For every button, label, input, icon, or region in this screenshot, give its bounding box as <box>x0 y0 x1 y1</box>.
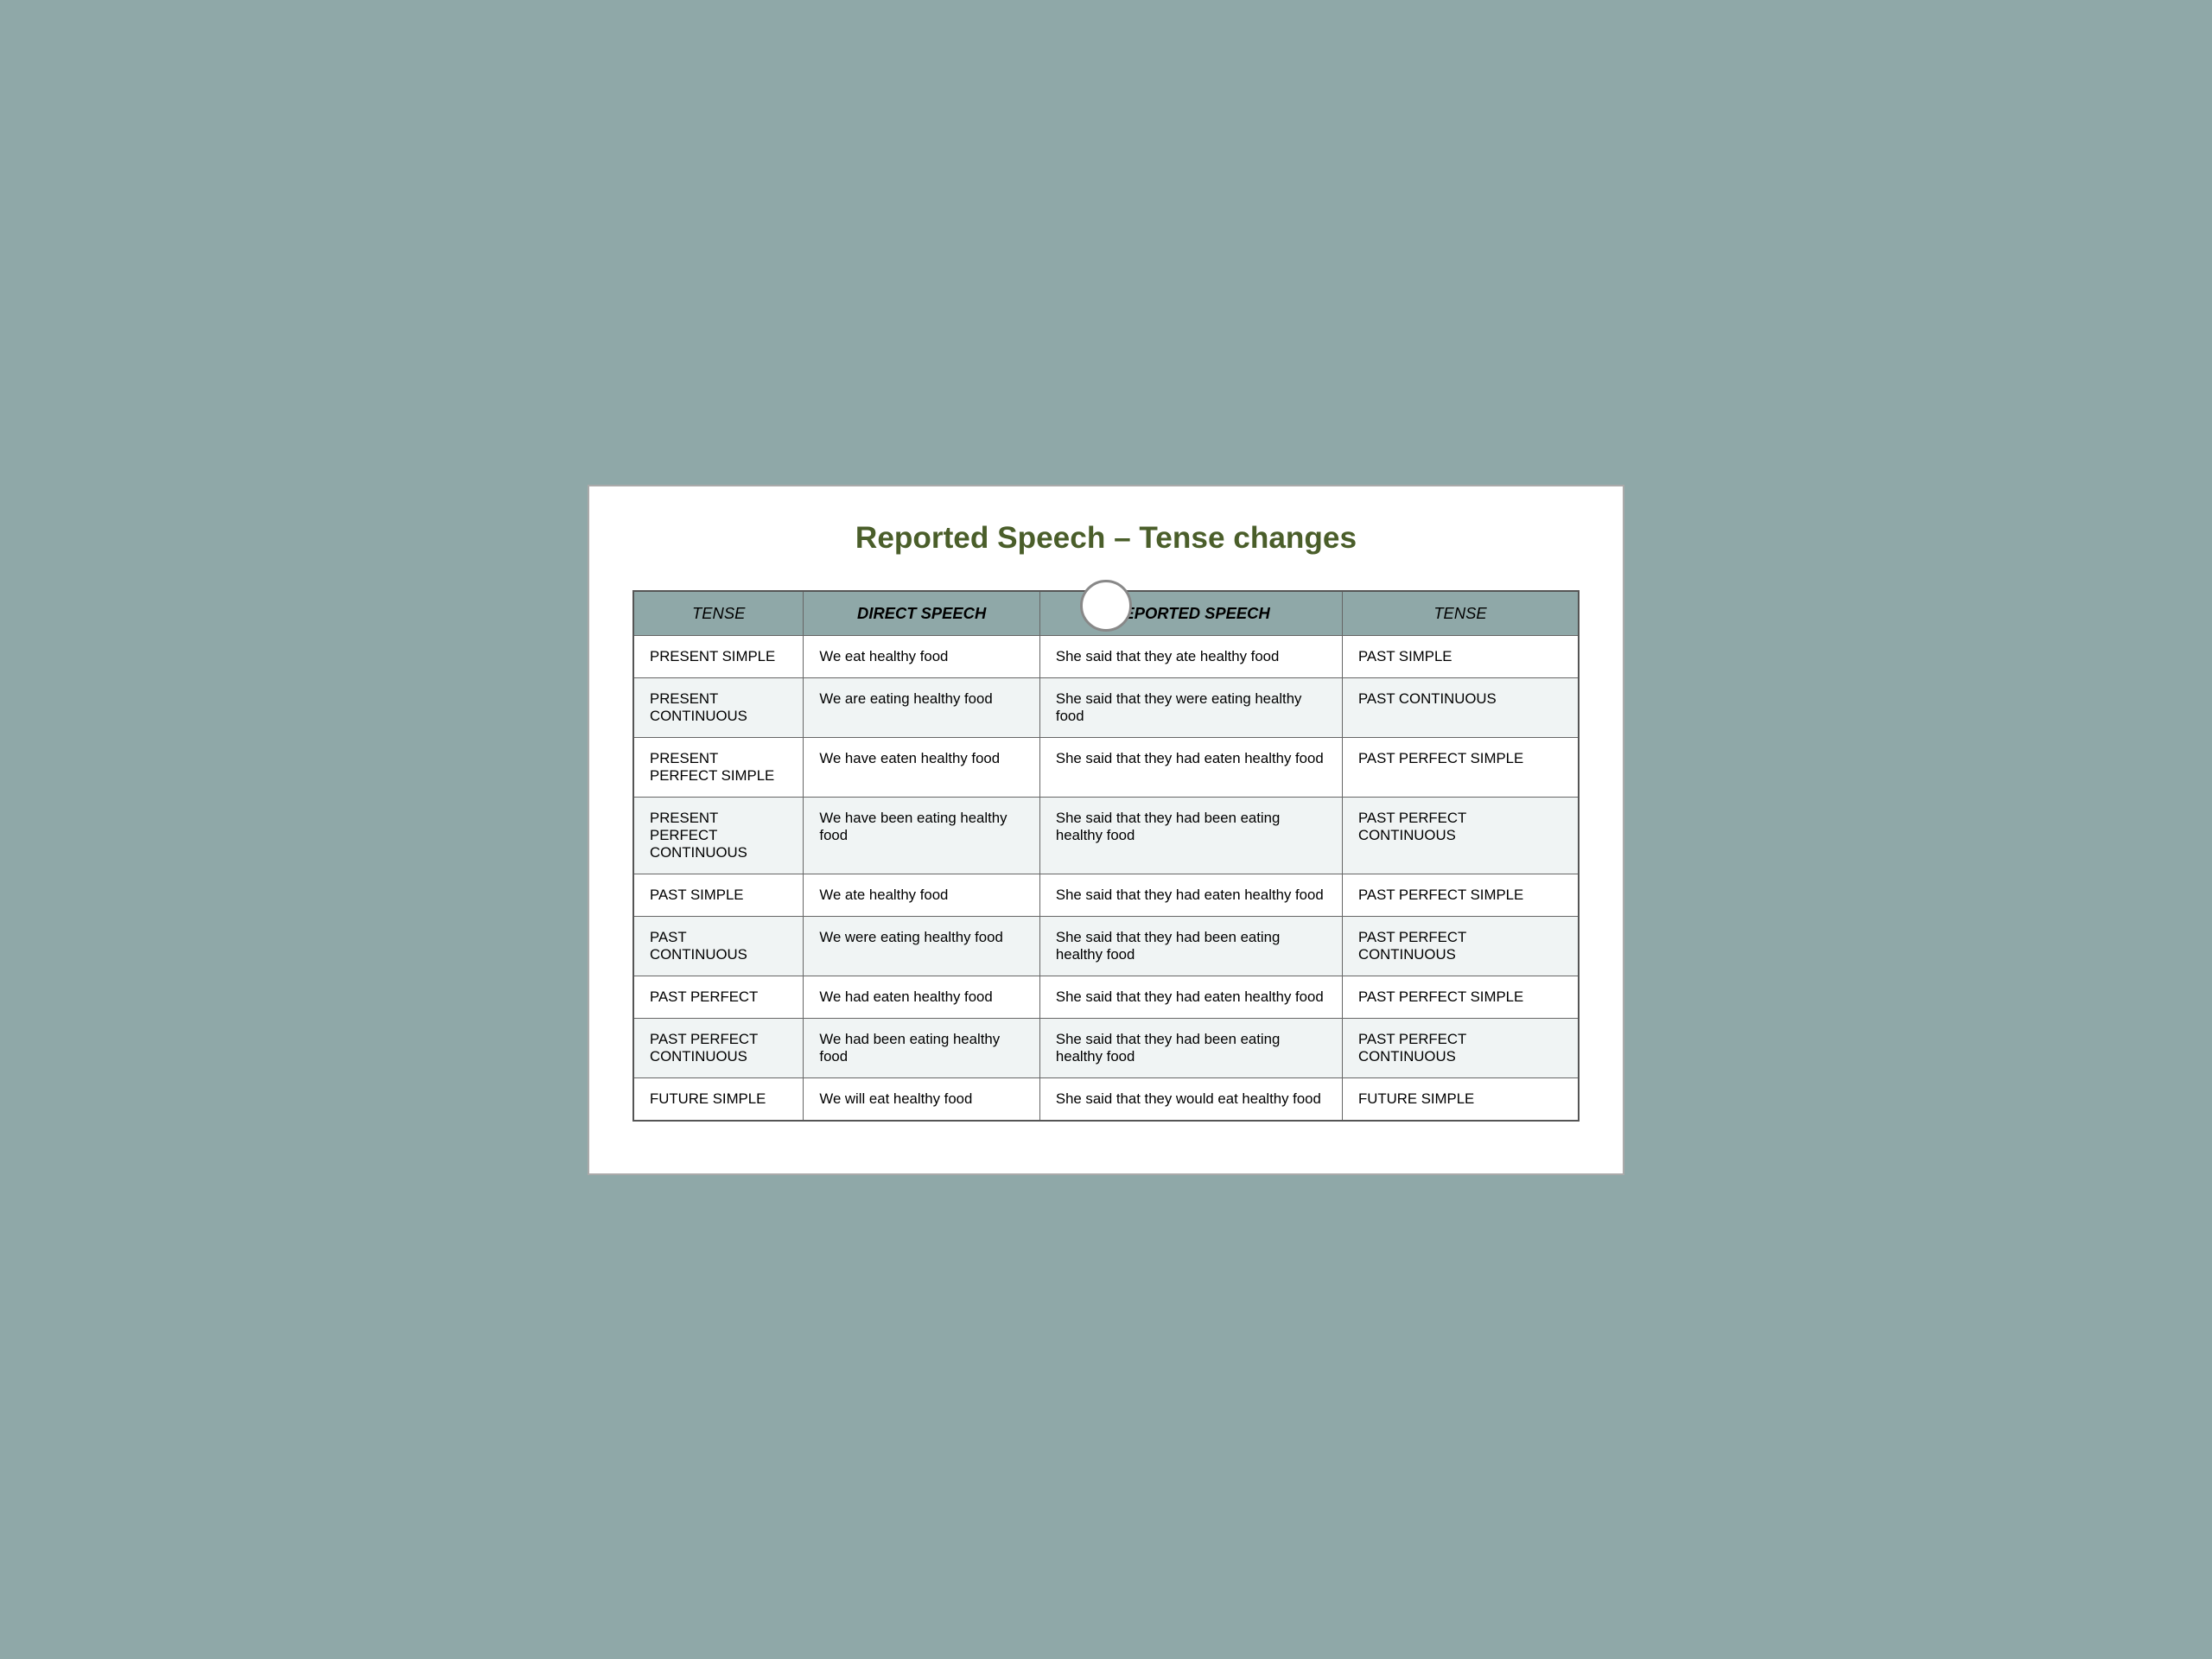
cell-tense-left: PAST PERFECT CONTINUOUS <box>633 1018 804 1077</box>
cell-direct-speech: We have been eating healthy food <box>804 797 1040 874</box>
cell-reported-speech: She said that they would eat healthy foo… <box>1039 1077 1342 1121</box>
cell-tense-left: PRESENT CONTINUOUS <box>633 677 804 737</box>
table-row: PRESENT SIMPLEWe eat healthy foodShe sai… <box>633 635 1579 677</box>
table-row: PAST SIMPLEWe ate healthy foodShe said t… <box>633 874 1579 916</box>
table-row: PRESENT CONTINUOUSWe are eating healthy … <box>633 677 1579 737</box>
connector-circle <box>1080 580 1132 632</box>
cell-direct-speech: We were eating healthy food <box>804 916 1040 976</box>
cell-reported-speech: She said that they had been eating healt… <box>1039 916 1342 976</box>
table-row: PAST PERFECTWe had eaten healthy foodShe… <box>633 976 1579 1018</box>
tense-table: TENSE DIRECT SPEECH REPORTED SPEECH TENS… <box>632 590 1580 1122</box>
cell-direct-speech: We ate healthy food <box>804 874 1040 916</box>
cell-reported-speech: She said that they were eating healthy f… <box>1039 677 1342 737</box>
cell-direct-speech: We eat healthy food <box>804 635 1040 677</box>
cell-reported-speech: She said that they had been eating healt… <box>1039 797 1342 874</box>
cell-tense-right: PAST PERFECT SIMPLE <box>1342 737 1579 797</box>
cell-tense-left: PRESENT PERFECT SIMPLE <box>633 737 804 797</box>
cell-tense-left: PAST PERFECT <box>633 976 804 1018</box>
cell-tense-left: PRESENT SIMPLE <box>633 635 804 677</box>
table-body: PRESENT SIMPLEWe eat healthy foodShe sai… <box>633 635 1579 1121</box>
table-row: FUTURE SIMPLEWe will eat healthy foodShe… <box>633 1077 1579 1121</box>
cell-tense-left: FUTURE SIMPLE <box>633 1077 804 1121</box>
cell-reported-speech: She said that they had eaten healthy foo… <box>1039 737 1342 797</box>
cell-tense-left: PAST CONTINUOUS <box>633 916 804 976</box>
page-title: Reported Speech – Tense changes <box>632 521 1580 556</box>
cell-direct-speech: We are eating healthy food <box>804 677 1040 737</box>
table-row: PAST PERFECT CONTINUOUSWe had been eatin… <box>633 1018 1579 1077</box>
cell-reported-speech: She said that they had eaten healthy foo… <box>1039 874 1342 916</box>
cell-tense-right: PAST PERFECT CONTINUOUS <box>1342 916 1579 976</box>
cell-reported-speech: She said that they ate healthy food <box>1039 635 1342 677</box>
header-direct-speech: DIRECT SPEECH <box>804 591 1040 636</box>
cell-tense-right: PAST PERFECT CONTINUOUS <box>1342 1018 1579 1077</box>
table-row: PRESENT PERFECT CONTINUOUSWe have been e… <box>633 797 1579 874</box>
slide-container: Reported Speech – Tense changes TENSE DI… <box>588 485 1624 1175</box>
cell-reported-speech: She said that they had been eating healt… <box>1039 1018 1342 1077</box>
cell-tense-left: PRESENT PERFECT CONTINUOUS <box>633 797 804 874</box>
header-tense-right: TENSE <box>1342 591 1579 636</box>
cell-direct-speech: We had been eating healthy food <box>804 1018 1040 1077</box>
cell-tense-right: PAST PERFECT SIMPLE <box>1342 874 1579 916</box>
cell-tense-right: PAST SIMPLE <box>1342 635 1579 677</box>
cell-reported-speech: She said that they had eaten healthy foo… <box>1039 976 1342 1018</box>
cell-tense-left: PAST SIMPLE <box>633 874 804 916</box>
cell-direct-speech: We will eat healthy food <box>804 1077 1040 1121</box>
table-row: PRESENT PERFECT SIMPLEWe have eaten heal… <box>633 737 1579 797</box>
cell-direct-speech: We have eaten healthy food <box>804 737 1040 797</box>
cell-tense-right: PAST CONTINUOUS <box>1342 677 1579 737</box>
cell-tense-right: PAST PERFECT CONTINUOUS <box>1342 797 1579 874</box>
cell-tense-right: PAST PERFECT SIMPLE <box>1342 976 1579 1018</box>
cell-tense-right: FUTURE SIMPLE <box>1342 1077 1579 1121</box>
table-row: PAST CONTINUOUSWe were eating healthy fo… <box>633 916 1579 976</box>
header-tense-left: TENSE <box>633 591 804 636</box>
cell-direct-speech: We had eaten healthy food <box>804 976 1040 1018</box>
